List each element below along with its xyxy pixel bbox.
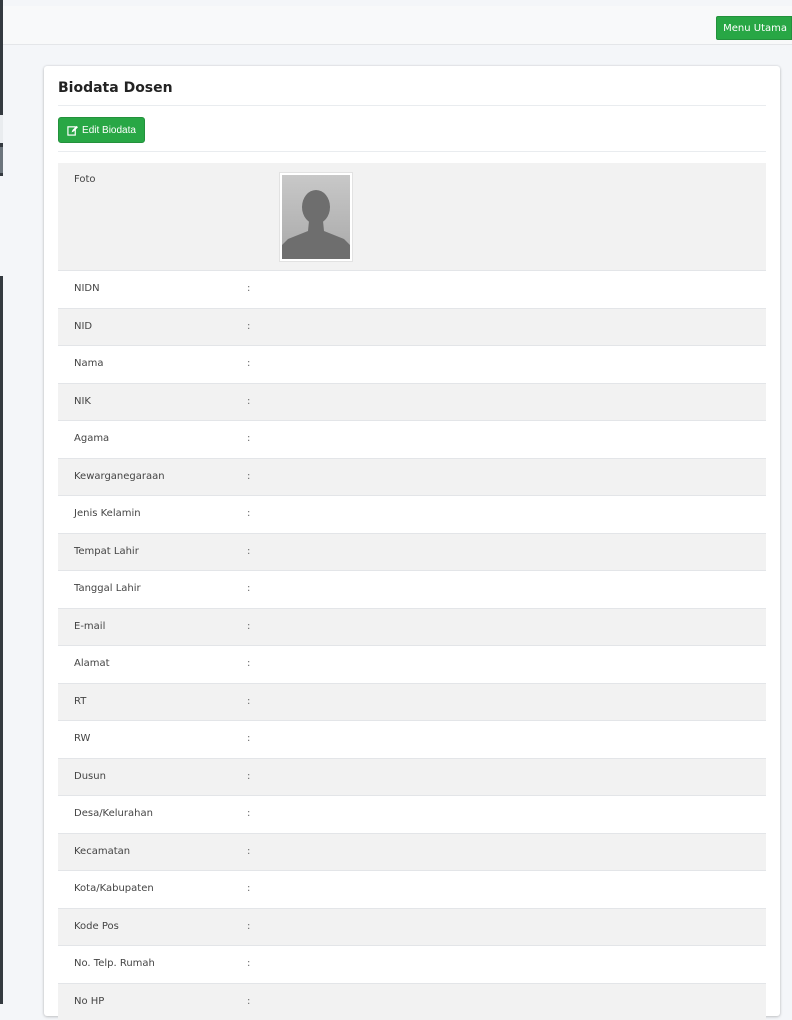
field-separator: : — [247, 733, 250, 744]
field-separator: : — [247, 958, 250, 969]
table-row: Kewarganegaraan: — [58, 458, 766, 496]
table-row: Jenis Kelamin: — [58, 495, 766, 533]
field-separator: : — [247, 471, 250, 482]
field-label: Nama — [74, 358, 103, 369]
field-separator: : — [247, 358, 250, 369]
top-navbar: Menu Utama — [3, 6, 792, 45]
profile-photo — [280, 173, 352, 261]
field-label: Kecamatan — [74, 846, 130, 857]
field-label: RW — [74, 733, 90, 744]
table-row: Desa/Kelurahan: — [58, 795, 766, 833]
field-label: Alamat — [74, 658, 110, 669]
field-label: Jenis Kelamin — [74, 508, 141, 519]
field-separator: : — [247, 883, 250, 894]
table-row: Tanggal Lahir: — [58, 570, 766, 608]
table-row: NIK: — [58, 383, 766, 421]
biodata-table: Foto NIDN:NID:Nama:NIK:Agama:Kewarganega… — [58, 163, 766, 1020]
field-label: Agama — [74, 433, 109, 444]
field-separator: : — [247, 321, 250, 332]
field-label: E-mail — [74, 621, 105, 632]
main-menu-button[interactable]: Menu Utama — [716, 16, 792, 40]
table-row: E-mail: — [58, 608, 766, 646]
table-row: NID: — [58, 308, 766, 346]
field-label: Desa/Kelurahan — [74, 808, 153, 819]
table-row: Kecamatan: — [58, 833, 766, 871]
field-separator: : — [247, 921, 250, 932]
field-label: No HP — [74, 996, 104, 1007]
field-separator: : — [247, 808, 250, 819]
table-row: Alamat: — [58, 645, 766, 683]
divider — [58, 105, 766, 106]
sidebar-edge-gap — [0, 176, 3, 276]
field-label: Kewarganegaraan — [74, 471, 165, 482]
field-label: RT — [74, 696, 86, 707]
field-separator: : — [247, 996, 250, 1007]
field-label: NIK — [74, 396, 91, 407]
field-label: Dusun — [74, 771, 106, 782]
biodata-card: Biodata Dosen Edit Biodata Foto — [44, 66, 780, 1016]
sidebar-edge-item[interactable] — [0, 115, 3, 143]
edit-biodata-button[interactable]: Edit Biodata — [58, 117, 145, 143]
table-row: No. Telp. Rumah: — [58, 945, 766, 983]
table-row: Kota/Kabupaten: — [58, 870, 766, 908]
field-separator: : — [247, 621, 250, 632]
sidebar-edge-item[interactable] — [0, 147, 3, 173]
table-row-photo: Foto — [58, 163, 766, 270]
field-label: Tanggal Lahir — [74, 583, 141, 594]
field-label: NID — [74, 321, 92, 332]
field-separator: : — [247, 508, 250, 519]
field-label: Kota/Kabupaten — [74, 883, 154, 894]
field-separator: : — [247, 771, 250, 782]
field-separator: : — [247, 696, 250, 707]
table-row: Kode Pos: — [58, 908, 766, 946]
table-row: No HP: — [58, 983, 766, 1020]
field-separator: : — [247, 658, 250, 669]
field-separator: : — [247, 583, 250, 594]
table-row: Tempat Lahir: — [58, 533, 766, 571]
field-separator: : — [247, 433, 250, 444]
table-row: Dusun: — [58, 758, 766, 796]
field-label-photo: Foto — [74, 174, 96, 185]
avatar-placeholder-icon — [282, 175, 350, 259]
field-separator: : — [247, 283, 250, 294]
table-row: NIDN: — [58, 270, 766, 308]
sidebar-edge — [0, 0, 3, 1004]
card-title: Biodata Dosen — [58, 80, 173, 96]
table-row: Nama: — [58, 345, 766, 383]
field-separator: : — [247, 396, 250, 407]
field-separator: : — [247, 546, 250, 557]
field-separator: : — [247, 846, 250, 857]
divider — [58, 151, 766, 152]
field-label: NIDN — [74, 283, 100, 294]
edit-icon — [67, 125, 78, 136]
table-row: Agama: — [58, 420, 766, 458]
field-label: No. Telp. Rumah — [74, 958, 155, 969]
table-row: RW: — [58, 720, 766, 758]
field-label: Tempat Lahir — [74, 546, 139, 557]
field-label: Kode Pos — [74, 921, 119, 932]
edit-biodata-label: Edit Biodata — [82, 125, 136, 136]
table-row: RT: — [58, 683, 766, 721]
